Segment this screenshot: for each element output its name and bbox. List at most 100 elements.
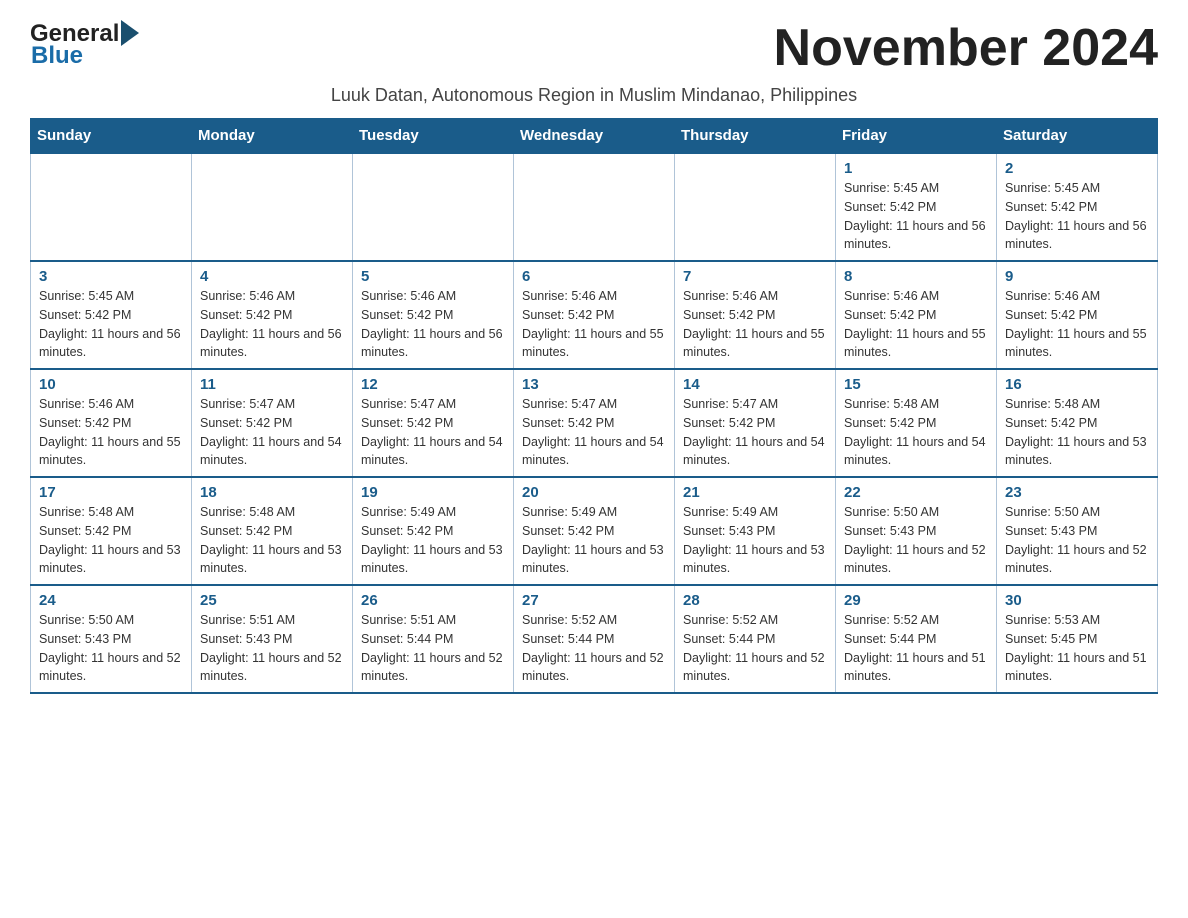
calendar-week-1: 1 Sunrise: 5:45 AMSunset: 5:42 PMDaylight… (31, 153, 1158, 261)
day-info: Sunrise: 5:46 AMSunset: 5:42 PMDaylight:… (200, 287, 344, 362)
day-number: 23 (1005, 484, 1149, 501)
day-number: 19 (361, 484, 505, 501)
calendar-cell: 25 Sunrise: 5:51 AMSunset: 5:43 PMDayligh… (192, 585, 353, 693)
day-number: 9 (1005, 268, 1149, 285)
calendar-cell: 2 Sunrise: 5:45 AMSunset: 5:42 PMDaylight… (997, 153, 1158, 261)
day-info: Sunrise: 5:46 AMSunset: 5:42 PMDaylight:… (683, 287, 827, 362)
day-info: Sunrise: 5:47 AMSunset: 5:42 PMDaylight:… (683, 395, 827, 470)
calendar-cell: 13 Sunrise: 5:47 AMSunset: 5:42 PMDayligh… (514, 369, 675, 477)
location-subtitle: Luuk Datan, Autonomous Region in Muslim … (30, 85, 1158, 106)
calendar-cell: 8Sunrise: 5:46 AMSunset: 5:42 PMDaylight… (836, 261, 997, 369)
day-info: Sunrise: 5:48 AMSunset: 5:42 PMDaylight:… (844, 395, 988, 470)
calendar-cell: 29 Sunrise: 5:52 AMSunset: 5:44 PMDayligh… (836, 585, 997, 693)
calendar-cell: 7 Sunrise: 5:46 AMSunset: 5:42 PMDaylight… (675, 261, 836, 369)
day-number: 12 (361, 376, 505, 393)
day-info: Sunrise: 5:50 AMSunset: 5:43 PMDaylight:… (1005, 503, 1149, 578)
calendar-cell: 3Sunrise: 5:45 AMSunset: 5:42 PMDaylight… (31, 261, 192, 369)
day-info: Sunrise: 5:48 AMSunset: 5:42 PMDaylight:… (39, 503, 183, 578)
calendar-cell: 20 Sunrise: 5:49 AMSunset: 5:42 PMDayligh… (514, 477, 675, 585)
day-number: 4 (200, 268, 344, 285)
calendar-cell: 6Sunrise: 5:46 AMSunset: 5:42 PMDaylight… (514, 261, 675, 369)
calendar-cell: 10Sunrise: 5:46 AMSunset: 5:42 PMDayligh… (31, 369, 192, 477)
day-info: Sunrise: 5:49 AMSunset: 5:42 PMDaylight:… (361, 503, 505, 578)
calendar-cell: 24Sunrise: 5:50 AMSunset: 5:43 PMDayligh… (31, 585, 192, 693)
day-info: Sunrise: 5:52 AMSunset: 5:44 PMDaylight:… (683, 611, 827, 686)
calendar-cell (675, 153, 836, 261)
day-number: 20 (522, 484, 666, 501)
calendar-week-3: 10Sunrise: 5:46 AMSunset: 5:42 PMDayligh… (31, 369, 1158, 477)
day-info: Sunrise: 5:46 AMSunset: 5:42 PMDaylight:… (522, 287, 666, 362)
day-number: 29 (844, 592, 988, 609)
day-number: 28 (683, 592, 827, 609)
calendar-cell: 22 Sunrise: 5:50 AMSunset: 5:43 PMDayligh… (836, 477, 997, 585)
calendar-cell: 4 Sunrise: 5:46 AMSunset: 5:42 PMDaylight… (192, 261, 353, 369)
header-row: Sunday Monday Tuesday Wednesday Thursday… (31, 119, 1158, 154)
day-info: Sunrise: 5:50 AMSunset: 5:43 PMDaylight:… (844, 503, 988, 578)
calendar-week-5: 24Sunrise: 5:50 AMSunset: 5:43 PMDayligh… (31, 585, 1158, 693)
col-monday: Monday (192, 119, 353, 154)
calendar-cell: 12Sunrise: 5:47 AMSunset: 5:42 PMDayligh… (353, 369, 514, 477)
calendar-cell: 27Sunrise: 5:52 AMSunset: 5:44 PMDayligh… (514, 585, 675, 693)
day-info: Sunrise: 5:48 AMSunset: 5:42 PMDaylight:… (1005, 395, 1149, 470)
day-info: Sunrise: 5:53 AMSunset: 5:45 PMDaylight:… (1005, 611, 1149, 686)
calendar-cell: 23 Sunrise: 5:50 AMSunset: 5:43 PMDayligh… (997, 477, 1158, 585)
day-info: Sunrise: 5:46 AMSunset: 5:42 PMDaylight:… (1005, 287, 1149, 362)
day-info: Sunrise: 5:52 AMSunset: 5:44 PMDaylight:… (522, 611, 666, 686)
day-info: Sunrise: 5:49 AMSunset: 5:43 PMDaylight:… (683, 503, 827, 578)
day-info: Sunrise: 5:49 AMSunset: 5:42 PMDaylight:… (522, 503, 666, 578)
col-friday: Friday (836, 119, 997, 154)
day-number: 2 (1005, 160, 1149, 177)
day-number: 5 (361, 268, 505, 285)
day-info: Sunrise: 5:46 AMSunset: 5:42 PMDaylight:… (361, 287, 505, 362)
day-number: 25 (200, 592, 344, 609)
day-info: Sunrise: 5:51 AMSunset: 5:44 PMDaylight:… (361, 611, 505, 686)
calendar-table: Sunday Monday Tuesday Wednesday Thursday… (30, 118, 1158, 694)
col-sunday: Sunday (31, 119, 192, 154)
calendar-cell: 11 Sunrise: 5:47 AMSunset: 5:42 PMDayligh… (192, 369, 353, 477)
day-number: 15 (844, 376, 988, 393)
day-number: 7 (683, 268, 827, 285)
day-number: 13 (522, 376, 666, 393)
calendar-cell: 17 Sunrise: 5:48 AMSunset: 5:42 PMDayligh… (31, 477, 192, 585)
day-number: 22 (844, 484, 988, 501)
day-info: Sunrise: 5:51 AMSunset: 5:43 PMDaylight:… (200, 611, 344, 686)
day-info: Sunrise: 5:45 AMSunset: 5:42 PMDaylight:… (1005, 179, 1149, 254)
day-info: Sunrise: 5:45 AMSunset: 5:42 PMDaylight:… (39, 287, 183, 362)
calendar-cell (192, 153, 353, 261)
calendar-cell: 15 Sunrise: 5:48 AMSunset: 5:42 PMDayligh… (836, 369, 997, 477)
day-number: 17 (39, 484, 183, 501)
calendar-cell: 1 Sunrise: 5:45 AMSunset: 5:42 PMDaylight… (836, 153, 997, 261)
calendar-cell: 16Sunrise: 5:48 AMSunset: 5:42 PMDayligh… (997, 369, 1158, 477)
month-title: November 2024 (774, 20, 1158, 77)
day-info: Sunrise: 5:45 AMSunset: 5:42 PMDaylight:… (844, 179, 988, 254)
calendar-cell: 19 Sunrise: 5:49 AMSunset: 5:42 PMDayligh… (353, 477, 514, 585)
calendar-cell: 18Sunrise: 5:48 AMSunset: 5:42 PMDayligh… (192, 477, 353, 585)
calendar-week-4: 17 Sunrise: 5:48 AMSunset: 5:42 PMDayligh… (31, 477, 1158, 585)
day-number: 1 (844, 160, 988, 177)
calendar-cell (31, 153, 192, 261)
day-number: 18 (200, 484, 344, 501)
calendar-cell: 21 Sunrise: 5:49 AMSunset: 5:43 PMDayligh… (675, 477, 836, 585)
day-number: 21 (683, 484, 827, 501)
day-info: Sunrise: 5:47 AMSunset: 5:42 PMDaylight:… (522, 395, 666, 470)
day-number: 11 (200, 376, 344, 393)
day-info: Sunrise: 5:52 AMSunset: 5:44 PMDaylight:… (844, 611, 988, 686)
col-saturday: Saturday (997, 119, 1158, 154)
day-info: Sunrise: 5:46 AMSunset: 5:42 PMDaylight:… (39, 395, 183, 470)
col-wednesday: Wednesday (514, 119, 675, 154)
calendar-cell (353, 153, 514, 261)
calendar-cell: 26 Sunrise: 5:51 AMSunset: 5:44 PMDayligh… (353, 585, 514, 693)
day-info: Sunrise: 5:47 AMSunset: 5:42 PMDaylight:… (200, 395, 344, 470)
calendar-cell: 28 Sunrise: 5:52 AMSunset: 5:44 PMDayligh… (675, 585, 836, 693)
day-number: 26 (361, 592, 505, 609)
calendar-cell: 14 Sunrise: 5:47 AMSunset: 5:42 PMDayligh… (675, 369, 836, 477)
logo-blue-text: Blue (31, 42, 139, 70)
calendar-header: Sunday Monday Tuesday Wednesday Thursday… (31, 119, 1158, 154)
logo: General Blue (30, 20, 139, 70)
calendar-cell: 30 Sunrise: 5:53 AMSunset: 5:45 PMDayligh… (997, 585, 1158, 693)
day-number: 14 (683, 376, 827, 393)
day-number: 8 (844, 268, 988, 285)
day-number: 30 (1005, 592, 1149, 609)
col-tuesday: Tuesday (353, 119, 514, 154)
calendar-cell (514, 153, 675, 261)
